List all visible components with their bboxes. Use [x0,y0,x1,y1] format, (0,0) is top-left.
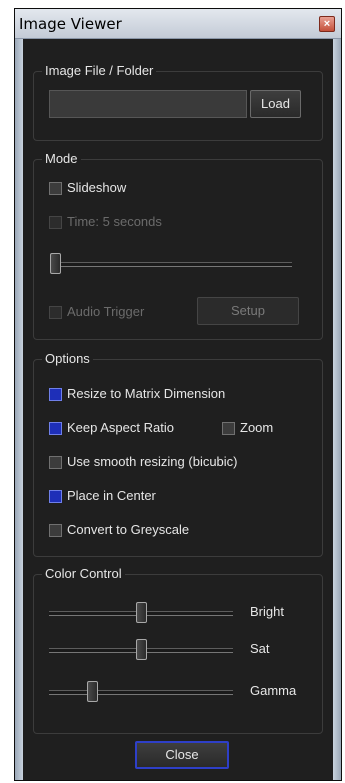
audio-trigger-label: Audio Trigger [67,304,145,319]
image-file-group-label: Image File / Folder [42,63,157,78]
keep-aspect-checkbox[interactable] [49,422,62,435]
options-group-label: Options [42,351,93,366]
window-frame-right [333,39,341,780]
title-bar[interactable]: Image Viewer × [15,9,341,39]
mode-group-label: Mode [42,151,81,166]
smooth-resize-label: Use smooth resizing (bicubic) [67,454,238,469]
sat-slider-thumb[interactable] [135,639,147,660]
close-x-icon[interactable]: × [319,16,335,32]
setup-button[interactable]: Setup [197,297,299,325]
image-viewer-window: Image Viewer × Image File / Folder Load … [14,8,342,781]
time-label: Time: 5 seconds [67,214,162,229]
slideshow-checkbox[interactable] [49,182,62,195]
audio-trigger-checkbox[interactable] [49,306,62,319]
gamma-label: Gamma [250,683,297,698]
place-center-checkbox[interactable] [49,490,62,503]
keep-aspect-label: Keep Aspect Ratio [67,420,174,435]
close-button[interactable]: Close [135,741,229,769]
options-group: Options Resize to Matrix Dimension Keep … [33,351,323,557]
mode-group: Mode Slideshow Time: 5 seconds Audio Tri… [33,151,323,340]
greyscale-checkbox[interactable] [49,524,62,537]
zoom-checkbox[interactable] [222,422,235,435]
color-control-group-label: Color Control [42,566,125,581]
time-slider-track[interactable] [50,262,292,267]
window-title: Image Viewer [19,15,122,33]
greyscale-label: Convert to Greyscale [67,522,190,537]
zoom-label: Zoom [240,420,274,435]
bright-slider-thumb[interactable] [135,602,147,623]
smooth-resize-checkbox[interactable] [49,456,62,469]
gamma-slider-track[interactable] [49,690,233,695]
bright-label: Bright [250,604,284,619]
slideshow-label: Slideshow [67,180,127,195]
place-center-label: Place in Center [67,488,156,503]
time-slider-thumb[interactable] [50,253,61,274]
window-frame-left [15,39,23,780]
window-content: Image File / Folder Load Mode Slideshow … [23,39,333,780]
time-checkbox[interactable] [49,216,62,229]
sat-label: Sat [250,641,270,656]
color-control-group: Color Control Bright Sat Gamma [33,566,323,734]
image-file-group: Image File / Folder Load [33,63,323,141]
load-button[interactable]: Load [250,90,301,118]
gamma-slider-thumb[interactable] [87,681,99,702]
resize-label: Resize to Matrix Dimension [67,386,226,401]
image-path-field[interactable] [49,90,247,118]
resize-checkbox[interactable] [49,388,62,401]
